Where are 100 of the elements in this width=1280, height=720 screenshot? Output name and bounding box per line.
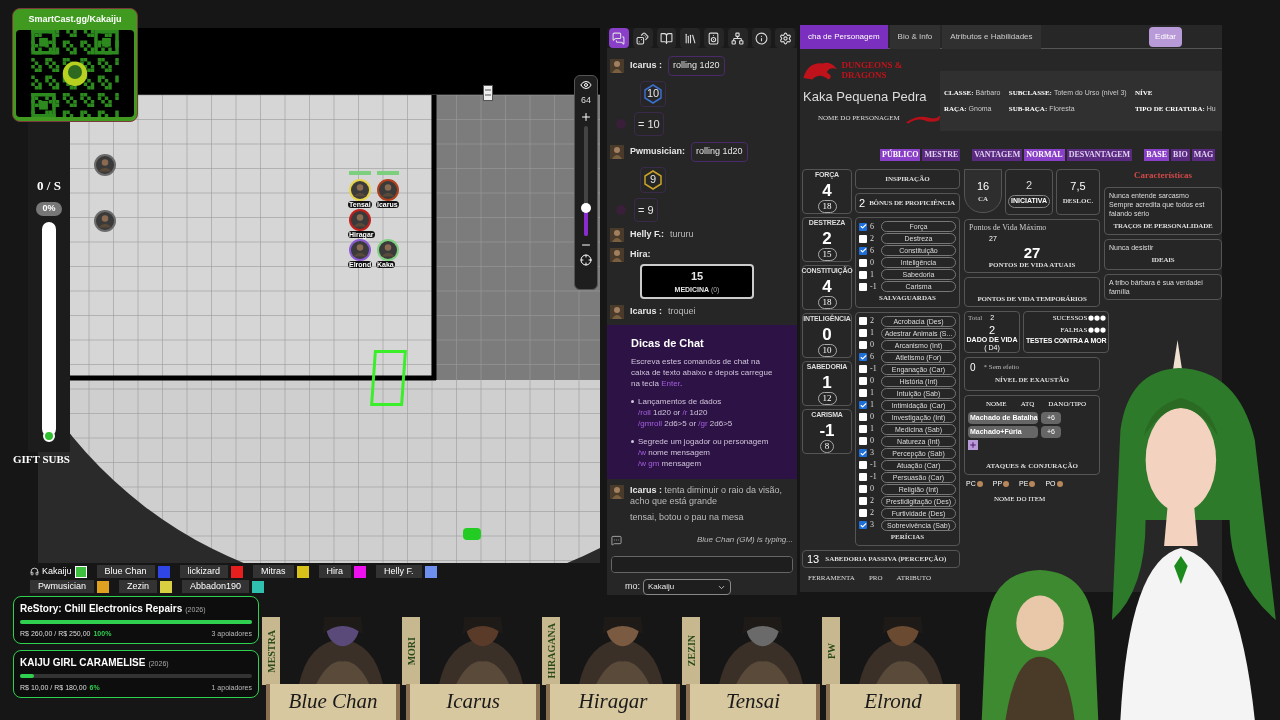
- portrait-name: Blue Chan: [288, 688, 378, 716]
- recenter-icon[interactable]: [580, 253, 592, 266]
- message-author: Hira:: [630, 248, 651, 262]
- network-tab[interactable]: [727, 28, 748, 48]
- traits-title: Características: [1134, 169, 1192, 182]
- proficiency-checkbox[interactable]: [859, 365, 867, 373]
- proficiency-checkbox[interactable]: [859, 473, 867, 481]
- proficiency-checkbox[interactable]: [859, 317, 867, 325]
- proficiency-checkbox[interactable]: [859, 497, 867, 505]
- library-icon: [683, 31, 697, 45]
- typing-indicator: Blue Chan (GM) is typing...: [696, 534, 793, 546]
- qr-code-icon: [16, 29, 134, 117]
- speed-value: 7,5: [1070, 178, 1086, 194]
- settings-tab[interactable]: [775, 28, 795, 48]
- zoom-slider[interactable]: [584, 125, 588, 236]
- book-tab[interactable]: [656, 28, 677, 48]
- health-bar: [377, 171, 399, 175]
- tip-command: /w nome mensagem: [638, 446, 712, 458]
- portrait-name: Tensai: [725, 688, 781, 716]
- player-name: Pwmusician: [30, 579, 94, 594]
- proficiency-checkbox[interactable]: [859, 461, 867, 469]
- proficiency-checkbox[interactable]: [859, 246, 867, 255]
- proficiency-value: 2: [859, 195, 866, 211]
- proficiency-checkbox[interactable]: [859, 437, 867, 445]
- proficiency-checkbox[interactable]: [859, 234, 867, 243]
- skill-modifier: -1: [870, 471, 878, 483]
- proficiency-checkbox[interactable]: [859, 485, 867, 493]
- ability-modifier: 2: [822, 228, 832, 248]
- passive-perception-value: 13: [807, 551, 820, 567]
- proficiency-checkbox[interactable]: [859, 353, 867, 361]
- message-author: Helly F.:: [630, 228, 664, 242]
- proficiency-checkbox[interactable]: [859, 401, 867, 409]
- message-text: tensai, botou o pau na mesa: [630, 510, 745, 524]
- sheet-toggle[interactable]: VANTAGEM: [972, 149, 1023, 161]
- chat-tab[interactable]: [609, 28, 629, 48]
- add-button[interactable]: [968, 439, 978, 450]
- sheet-tab[interactable]: Bio & Info: [889, 25, 941, 49]
- sheet-toggle[interactable]: BIO: [1171, 149, 1190, 161]
- library-tab[interactable]: [680, 28, 700, 48]
- exhaustion-value: 0: [970, 361, 976, 375]
- book-icon: [659, 31, 673, 45]
- skill-modifier: 1: [870, 327, 875, 339]
- death-save-circles-icon: [1088, 315, 1107, 322]
- role-banner-text: ZEZIN: [684, 635, 698, 667]
- die-result: 9: [640, 166, 666, 193]
- proficiency-checkbox[interactable]: [859, 329, 867, 337]
- skill-modifier: 1: [870, 423, 875, 435]
- chat-tips-text: Escreva estes comandos de chat na caixa de texto abaixo e depois carregue na tecla Enter.: [631, 355, 773, 389]
- sheet-tab[interactable]: Atributos e Habilidades: [942, 25, 1041, 49]
- proficiency-checkbox[interactable]: [859, 413, 867, 421]
- tip-heading: Lançamentos de dados: [638, 395, 723, 407]
- goal-title: ReStory: Chill Electronics Repairs: [20, 602, 183, 616]
- user-avatar: [610, 484, 624, 499]
- speaker-tab[interactable]: [704, 28, 724, 48]
- gift-subs-label: GIFT SUBS: [13, 452, 70, 467]
- proficiency-checkbox[interactable]: [859, 425, 867, 433]
- selection-rectangle[interactable]: [370, 350, 407, 406]
- qr-card-title: SmartCast.gg/Kakaiju: [28, 13, 122, 26]
- sheet-toggle[interactable]: DESVANTAGEM: [1066, 149, 1133, 161]
- roll-command: rolling 1d20: [691, 142, 748, 162]
- skill-modifier: 0: [870, 339, 875, 351]
- skill-modifier: 2: [870, 507, 875, 519]
- sheet-toggle[interactable]: NORMAL: [1024, 149, 1065, 161]
- player-name: Kakaiju: [42, 564, 72, 578]
- proficiency-checkbox[interactable]: [859, 521, 867, 529]
- speak-as-select[interactable]: Kakaiju: [643, 579, 731, 595]
- role-banner-text: MORI: [404, 636, 418, 666]
- proficiency-checkbox[interactable]: [859, 258, 867, 267]
- bullet-icon: [631, 399, 634, 403]
- message-text: Icarus : tenta diminuir o raio da visão, acho que está grande: [630, 484, 784, 507]
- visibility-icon[interactable]: [580, 79, 592, 91]
- skill-modifier: 0: [870, 256, 875, 269]
- proficiency-checkbox[interactable]: [859, 509, 867, 517]
- user-avatar: [610, 228, 624, 242]
- player-name: lickizard: [179, 564, 229, 579]
- zoom-in-icon[interactable]: [580, 110, 592, 123]
- info-tab[interactable]: [751, 28, 772, 48]
- portrait-name: Elrond: [864, 688, 922, 716]
- sheet-toggle[interactable]: MAG: [1191, 149, 1216, 161]
- proficiency-checkbox[interactable]: [859, 449, 867, 457]
- proficiency-checkbox[interactable]: [859, 341, 867, 349]
- proficiency-checkbox[interactable]: [859, 377, 867, 385]
- death-save-circles-icon: [1088, 326, 1107, 333]
- token-marker[interactable]: [463, 528, 481, 540]
- proficiency-checkbox[interactable]: [859, 270, 867, 279]
- zoom-slider-thumb[interactable]: [581, 203, 591, 213]
- door-icon[interactable]: [483, 85, 493, 101]
- sheet-toggle[interactable]: PÚBLICO: [880, 149, 921, 161]
- proficiency-checkbox[interactable]: [859, 282, 867, 291]
- sheet-toggle[interactable]: BASE: [1144, 149, 1170, 161]
- skill-modifier: 2: [870, 232, 875, 245]
- proficiency-checkbox[interactable]: [859, 389, 867, 397]
- skill-modifier: 0: [870, 483, 875, 495]
- proficiency-checkbox[interactable]: [859, 222, 867, 231]
- dice-tab[interactable]: [632, 28, 653, 48]
- sheet-tab[interactable]: cha de Personagem: [800, 25, 888, 49]
- chat-input-field[interactable]: [611, 556, 793, 573]
- ability-modifier: 4: [822, 276, 832, 296]
- skill-modifier: 6: [870, 351, 875, 363]
- sheet-toggle[interactable]: MESTRE: [922, 149, 961, 161]
